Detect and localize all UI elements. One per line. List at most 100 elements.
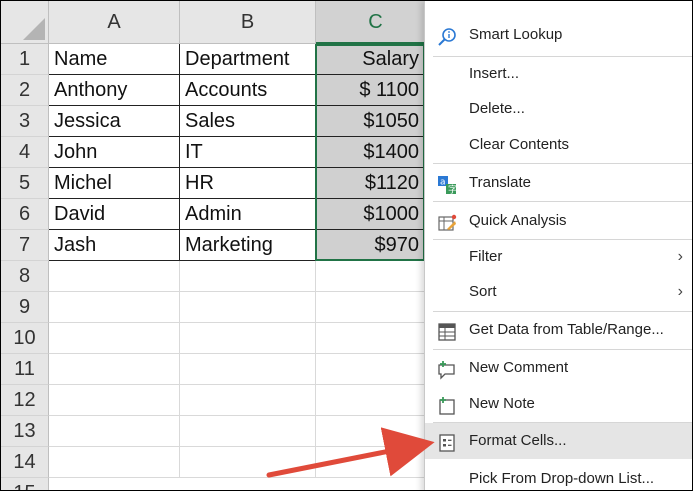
menu-item-label: Translate [469,174,531,191]
cell-c13[interactable] [316,416,425,447]
translate-icon: a字 [437,173,457,196]
menu-item-format-cells[interactable]: Format Cells... [425,423,692,459]
row-header-12[interactable]: 12 [1,385,49,416]
row-header-8[interactable]: 8 [1,261,49,292]
menu-item-label: Format Cells... [469,432,567,449]
cell-b13[interactable] [180,416,316,447]
column-header-c[interactable]: C [316,1,436,44]
svg-text:字: 字 [448,184,457,196]
cell-c1[interactable]: Salary [316,44,425,75]
column-header-b[interactable]: B [180,1,316,44]
row-header-9[interactable]: 9 [1,292,49,323]
cell-a3[interactable]: Jessica [49,106,180,137]
menu-item-get-data[interactable]: Get Data from Table/Range... [425,312,692,348]
menu-item-label: Smart Lookup [469,26,563,43]
cell-b7[interactable]: Marketing [180,230,316,261]
row-header-11[interactable]: 11 [1,354,49,385]
cell-b8[interactable] [180,261,316,292]
cell-b14[interactable] [180,447,316,478]
menu-item-filter[interactable]: Filter › [425,239,692,275]
menu-item-quick-analysis[interactable]: Quick Analysis [425,203,692,239]
menu-item-sort[interactable]: Sort › [425,274,692,310]
cell-c9[interactable] [316,292,425,323]
menu-item-label: Filter [469,248,503,265]
menu-separator [433,201,692,202]
cell-c14[interactable] [316,447,425,478]
cell-a10[interactable] [49,323,180,354]
quick-analysis-icon [437,211,457,231]
row-header-5[interactable]: 5 [1,168,49,199]
row-header-13[interactable]: 13 [1,416,49,447]
cell-b12[interactable] [180,385,316,416]
menu-item-clear-contents[interactable]: Clear Contents [425,127,692,163]
cell-a14[interactable] [49,447,180,478]
cell-a8[interactable] [49,261,180,292]
row-header-4[interactable]: 4 [1,137,49,168]
new-comment-icon [437,358,457,380]
cell-b11[interactable] [180,354,316,385]
cell-a1[interactable]: Name [49,44,180,75]
cell-a6[interactable]: David [49,199,180,230]
row-header-1[interactable]: 1 [1,44,49,75]
row-header-14[interactable]: 14 [1,447,49,478]
column-header-a[interactable]: A [49,1,180,44]
menu-item-label: Clear Contents [469,136,570,153]
menu-item-smart-lookup[interactable]: Smart Lookup [425,17,692,53]
cell-c11[interactable] [316,354,425,385]
cell-c6[interactable]: $1000 [316,199,425,230]
menu-item-label: Pick From Drop-down List... [469,470,655,487]
menu-item-label: New Comment [469,359,569,376]
cell-a12[interactable] [49,385,180,416]
menu-item-translate[interactable]: a字 Translate [425,165,692,201]
menu-item-pick-from-dropdown[interactable]: Pick From Drop-down List... [425,461,692,490]
cell-b3[interactable]: Sales [180,106,316,137]
cell-a9[interactable] [49,292,180,323]
cell-b1[interactable]: Department [180,44,316,75]
menu-item-insert[interactable]: Insert... [425,56,692,92]
row-header-3[interactable]: 3 [1,106,49,137]
cell-a2[interactable]: Anthony [49,75,180,106]
cell-b10[interactable] [180,323,316,354]
cell-c10[interactable] [316,323,425,354]
cell-a4[interactable]: John [49,137,180,168]
cell-b5[interactable]: HR [180,168,316,199]
row-header-10[interactable]: 10 [1,323,49,354]
menu-item-label: New Note [469,395,535,412]
menu-item-label: Quick Analysis [469,212,567,229]
row-header-2[interactable]: 2 [1,75,49,106]
select-all-triangle-icon [23,18,45,40]
cell-b6[interactable]: Admin [180,199,316,230]
cell-c4[interactable]: $1400 [316,137,425,168]
format-cells-icon [437,431,457,452]
cell-c3[interactable]: $1050 [316,106,425,137]
smart-lookup-icon [437,25,457,46]
cell-c7[interactable]: $970 [316,230,425,261]
cell-c8[interactable] [316,261,425,292]
submenu-chevron-icon: › [677,283,683,300]
cell-a11[interactable] [49,354,180,385]
excel-window: A B C 1 2 3 4 5 6 7 8 9 10 11 12 13 14 1… [0,0,693,491]
cell-b9[interactable] [180,292,316,323]
cell-a7[interactable]: Jash [49,230,180,261]
menu-item-new-comment[interactable]: New Comment [425,350,692,386]
cell-a13[interactable] [49,416,180,447]
new-note-icon [437,394,457,415]
cell-b4[interactable]: IT [180,137,316,168]
cell-c2[interactable]: $ 1100 [316,75,425,106]
select-all-corner[interactable] [1,1,49,44]
row-header-15[interactable]: 15 [1,478,49,490]
menu-item-delete[interactable]: Delete... [425,91,692,127]
context-menu: Smart Lookup Insert... Delete... Clear C… [424,1,692,490]
menu-item-label: Delete... [469,100,525,117]
row-header-6[interactable]: 6 [1,199,49,230]
menu-item-label: Sort [469,283,497,300]
svg-text:a: a [440,178,446,188]
cell-c5[interactable]: $1120 [316,168,425,199]
cell-c12[interactable] [316,385,425,416]
submenu-chevron-icon: › [677,248,683,265]
table-icon [437,320,457,341]
row-header-7[interactable]: 7 [1,230,49,261]
cell-b2[interactable]: Accounts [180,75,316,106]
cell-a5[interactable]: Michel [49,168,180,199]
menu-item-new-note[interactable]: New Note [425,386,692,422]
